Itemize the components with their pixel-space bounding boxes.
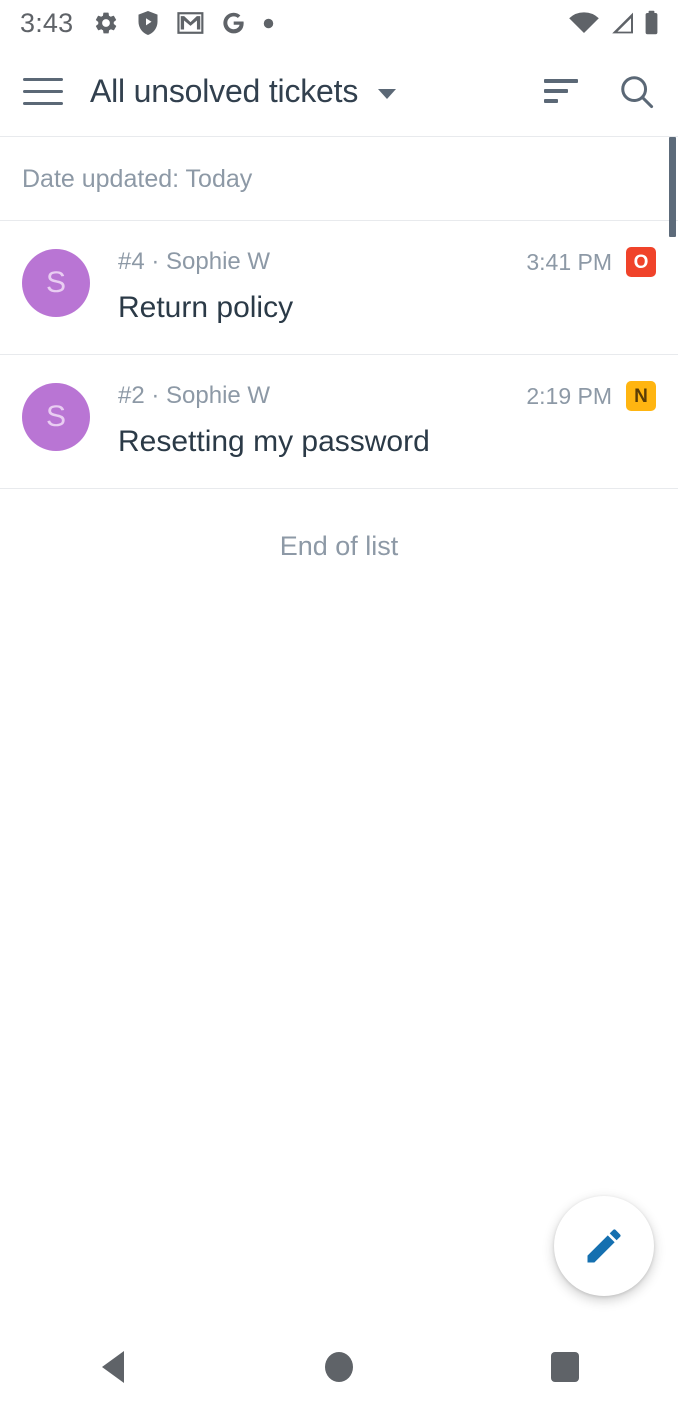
scrollbar-thumb[interactable] — [669, 137, 676, 237]
status-bar: 3:43 — [0, 0, 678, 46]
android-nav-bar — [0, 1330, 678, 1404]
more-dot-icon — [264, 18, 274, 28]
hamburger-menu-icon[interactable] — [20, 69, 66, 115]
cellular-signal-icon — [612, 12, 633, 34]
status-bar-system-icons — [568, 10, 660, 36]
recents-button[interactable] — [505, 1330, 625, 1404]
ticket-timestamp: 2:19 PM — [526, 382, 612, 409]
ticket-reference: #2 · Sophie W — [118, 382, 271, 409]
app-bar: All unsolved tickets — [0, 46, 678, 137]
ticket-content: #2 · Sophie W 2:19 PM N Resetting my pas… — [118, 381, 656, 459]
app-bar-actions — [544, 73, 656, 111]
list-section-header: Date updated: Today — [0, 137, 678, 221]
ticket-meta-right: 2:19 PM N — [526, 381, 656, 411]
back-icon — [102, 1351, 124, 1383]
ticket-subject: Resetting my password — [118, 425, 430, 458]
ticket-subject: Return policy — [118, 291, 294, 324]
wifi-icon — [569, 12, 599, 33]
scrollbar[interactable] — [669, 137, 678, 1404]
status-bar-notification-icons — [93, 10, 274, 36]
battery-icon — [645, 10, 658, 35]
chevron-down-icon[interactable] — [378, 88, 397, 99]
recents-icon — [551, 1352, 579, 1382]
list-item[interactable]: S #2 · Sophie W 2:19 PM N Resetting my p… — [0, 355, 678, 489]
search-icon[interactable] — [618, 73, 656, 111]
phone-screen: 3:43 All unsolved tickets Date updated: … — [0, 0, 678, 1404]
ticket-meta-right: 3:41 PM O — [526, 247, 656, 277]
avatar: S — [22, 249, 90, 317]
google-g-icon — [223, 12, 245, 34]
home-button[interactable] — [279, 1330, 399, 1404]
gear-icon — [96, 12, 117, 34]
play-protect-shield-icon — [138, 11, 158, 35]
compose-ticket-button[interactable] — [554, 1196, 654, 1296]
avatar: S — [22, 383, 90, 451]
ticket-reference: #4 · Sophie W — [118, 248, 271, 275]
page-title: All unsolved tickets — [90, 73, 359, 109]
status-bar-clock: 3:43 — [20, 7, 74, 38]
ticket-content: #4 · Sophie W 3:41 PM O Return policy — [118, 247, 656, 325]
ticket-timestamp: 3:41 PM — [526, 248, 612, 275]
ticket-meta-row: #4 · Sophie W 3:41 PM O — [118, 247, 656, 277]
sort-icon[interactable] — [544, 78, 578, 105]
ticket-meta-row: #2 · Sophie W 2:19 PM N — [118, 381, 656, 411]
view-selector[interactable]: All unsolved tickets — [90, 73, 397, 110]
gmail-icon — [177, 12, 204, 34]
end-of-list-label: End of list — [279, 531, 399, 561]
list-item[interactable]: S #4 · Sophie W 3:41 PM O Return policy — [0, 221, 678, 355]
status-badge: O — [626, 247, 656, 277]
compose-pencil-icon — [587, 1229, 621, 1263]
back-button[interactable] — [53, 1330, 173, 1404]
status-badge: N — [626, 381, 656, 411]
ticket-list: Date updated: Today S #4 · Sophie W 3:41… — [0, 137, 678, 562]
home-icon — [325, 1352, 353, 1382]
